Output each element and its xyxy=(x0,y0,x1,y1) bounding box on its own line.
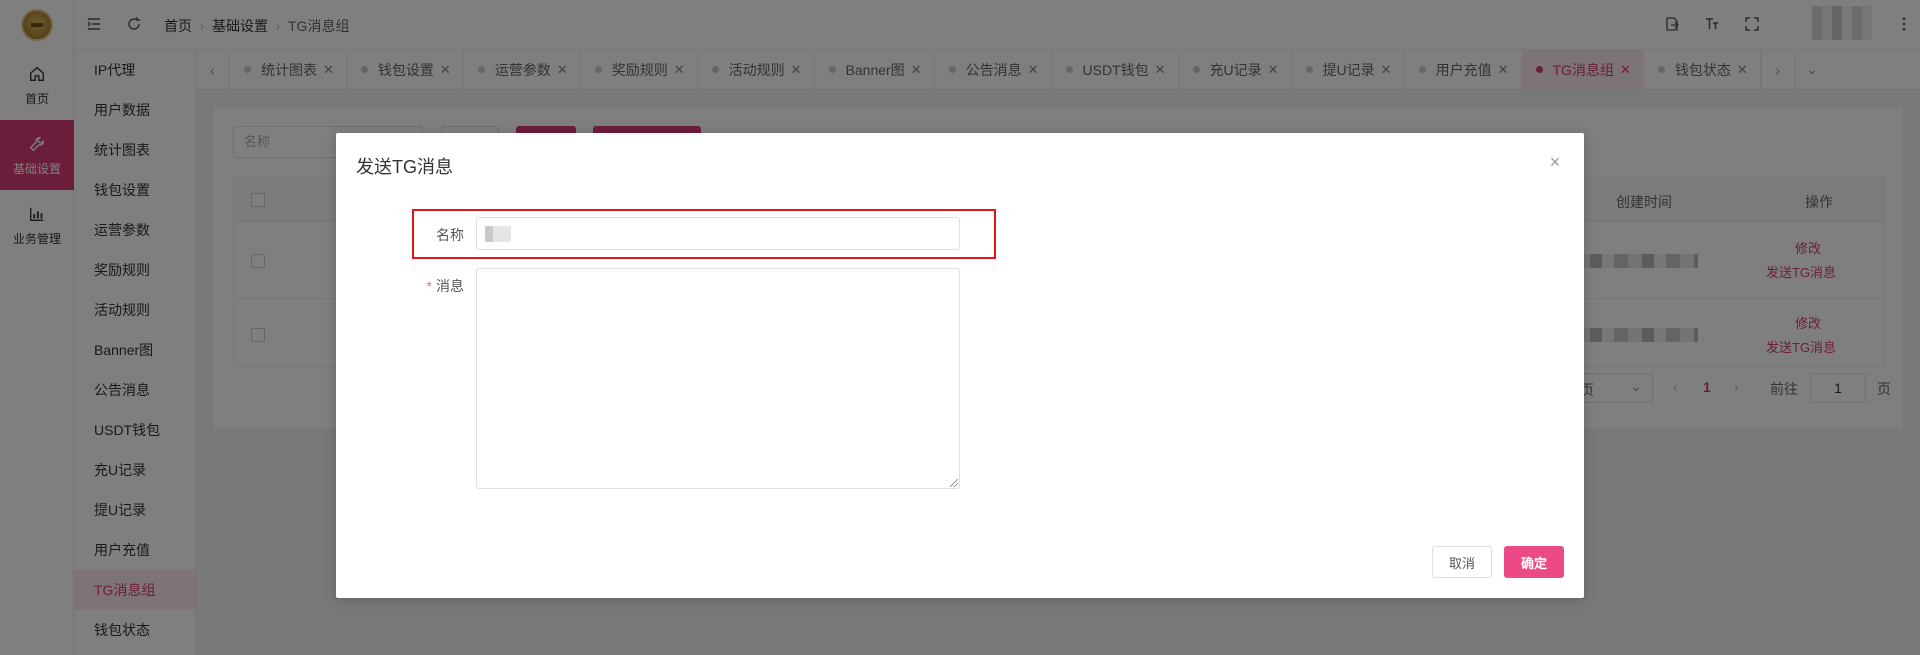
dialog-title: 发送TG消息 xyxy=(356,157,453,177)
message-textarea[interactable] xyxy=(476,268,960,489)
send-tg-dialog: 发送TG消息 × 名称 * 消息 取消 确定 xyxy=(336,133,1584,598)
close-icon[interactable]: × xyxy=(1548,153,1562,171)
highlight-box xyxy=(412,209,996,259)
confirm-button[interactable]: 确定 xyxy=(1504,546,1564,578)
message-label: * 消息 xyxy=(404,276,464,296)
required-mark: * xyxy=(426,278,432,294)
resize-handle-icon[interactable] xyxy=(950,479,958,487)
cancel-button[interactable]: 取消 xyxy=(1432,546,1492,578)
message-label-text: 消息 xyxy=(436,278,464,294)
